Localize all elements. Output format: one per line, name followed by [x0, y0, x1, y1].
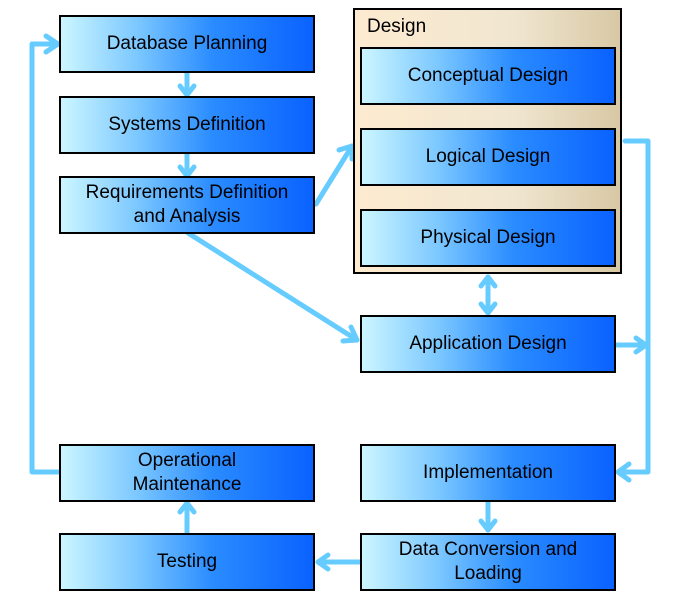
application-design-box: Application Design: [360, 315, 616, 373]
physical-design-box: Physical Design: [360, 209, 616, 267]
implementation-box: Implementation: [360, 444, 616, 502]
implementation-label: Implementation: [423, 462, 553, 484]
operational-label-line2: Maintenance: [132, 474, 242, 495]
database-planning-box: Database Planning: [59, 15, 315, 73]
logical-design-box: Logical Design: [360, 128, 616, 186]
data-conversion-label-line1: Data Conversion and: [398, 539, 578, 561]
operational-label-line1: Operational: [137, 450, 237, 472]
operational-maintenance-box: Operational Maintenance: [59, 444, 315, 502]
requirements-analysis-box: Requirements Definition and Analysis: [59, 176, 315, 234]
physical-design-label: Physical Design: [420, 227, 556, 249]
conceptual-design-box: Conceptual Design: [360, 47, 616, 105]
requirements-label-line1: Requirements Definition: [85, 182, 289, 204]
conceptual-design-label: Conceptual Design: [407, 65, 569, 87]
arrow-requirements-to-design: [313, 143, 355, 207]
arrow-requirements-to-application: [185, 230, 360, 343]
logical-design-label: Logical Design: [425, 146, 551, 168]
arrow-maintenance-to-planning: [29, 41, 61, 475]
systems-definition-label: Systems Definition: [108, 114, 266, 136]
testing-box: Testing: [59, 533, 315, 591]
database-planning-label: Database Planning: [106, 33, 268, 55]
systems-definition-box: Systems Definition: [59, 96, 315, 154]
data-conversion-label-line2: Loading: [454, 563, 522, 584]
data-conversion-box: Data Conversion and Loading: [360, 533, 616, 591]
arrow-logical-to-implementation: [615, 138, 651, 475]
application-design-label: Application Design: [409, 333, 567, 355]
testing-label: Testing: [156, 551, 218, 573]
design-group-label: Design: [367, 16, 427, 37]
requirements-label-line2: and Analysis: [133, 206, 241, 227]
